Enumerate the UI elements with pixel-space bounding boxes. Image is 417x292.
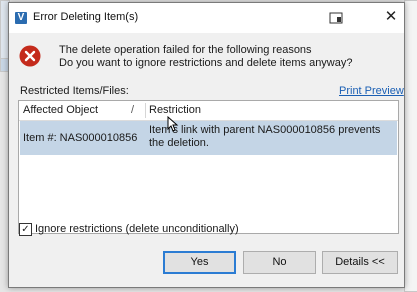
title-bar: V Error Deleting Item(s) ✕: [9, 3, 404, 33]
close-button[interactable]: ✕: [381, 7, 401, 27]
no-button[interactable]: No: [243, 251, 316, 274]
cell-restriction: Item's link with parent NAS000010856 pre…: [149, 124, 381, 149]
close-icon: ✕: [384, 8, 398, 25]
error-message: The delete operation failed for the foll…: [59, 44, 353, 70]
mouse-cursor-icon: [167, 116, 179, 132]
table-header: Affected Object / Restriction: [19, 101, 398, 121]
background-window-right-fragment: [404, 0, 417, 292]
ignore-restrictions-checkbox[interactable]: ✓: [19, 223, 32, 236]
cell-affected-object: Item #: NAS000010856: [23, 132, 138, 144]
ignore-restrictions-label[interactable]: Ignore restrictions (delete unconditiona…: [35, 223, 239, 235]
error-message-line1: The delete operation failed for the foll…: [59, 44, 312, 56]
column-divider[interactable]: [145, 103, 146, 118]
column-header-affected-object[interactable]: Affected Object: [23, 104, 98, 116]
error-icon: [19, 45, 41, 67]
error-message-line2: Do you want to ignore restrictions and d…: [59, 57, 353, 69]
app-logo-icon: V: [15, 12, 27, 24]
details-button[interactable]: Details <<: [322, 251, 398, 274]
restricted-items-label: Restricted Items/Files:: [20, 85, 129, 97]
restrictions-table: Affected Object / Restriction Item #: NA…: [18, 100, 399, 234]
column-header-restriction[interactable]: Restriction: [149, 104, 201, 116]
window-title: Error Deleting Item(s): [33, 11, 139, 23]
yes-button[interactable]: Yes: [163, 251, 236, 274]
table-row[interactable]: Item #: NAS000010856 Item's link with pa…: [20, 121, 397, 155]
error-dialog: V Error Deleting Item(s) ✕ The delete op…: [8, 2, 405, 288]
sort-indicator: /: [131, 104, 135, 116]
print-preview-link[interactable]: Print Preview: [339, 85, 404, 97]
window-snap-icon[interactable]: [329, 12, 343, 24]
